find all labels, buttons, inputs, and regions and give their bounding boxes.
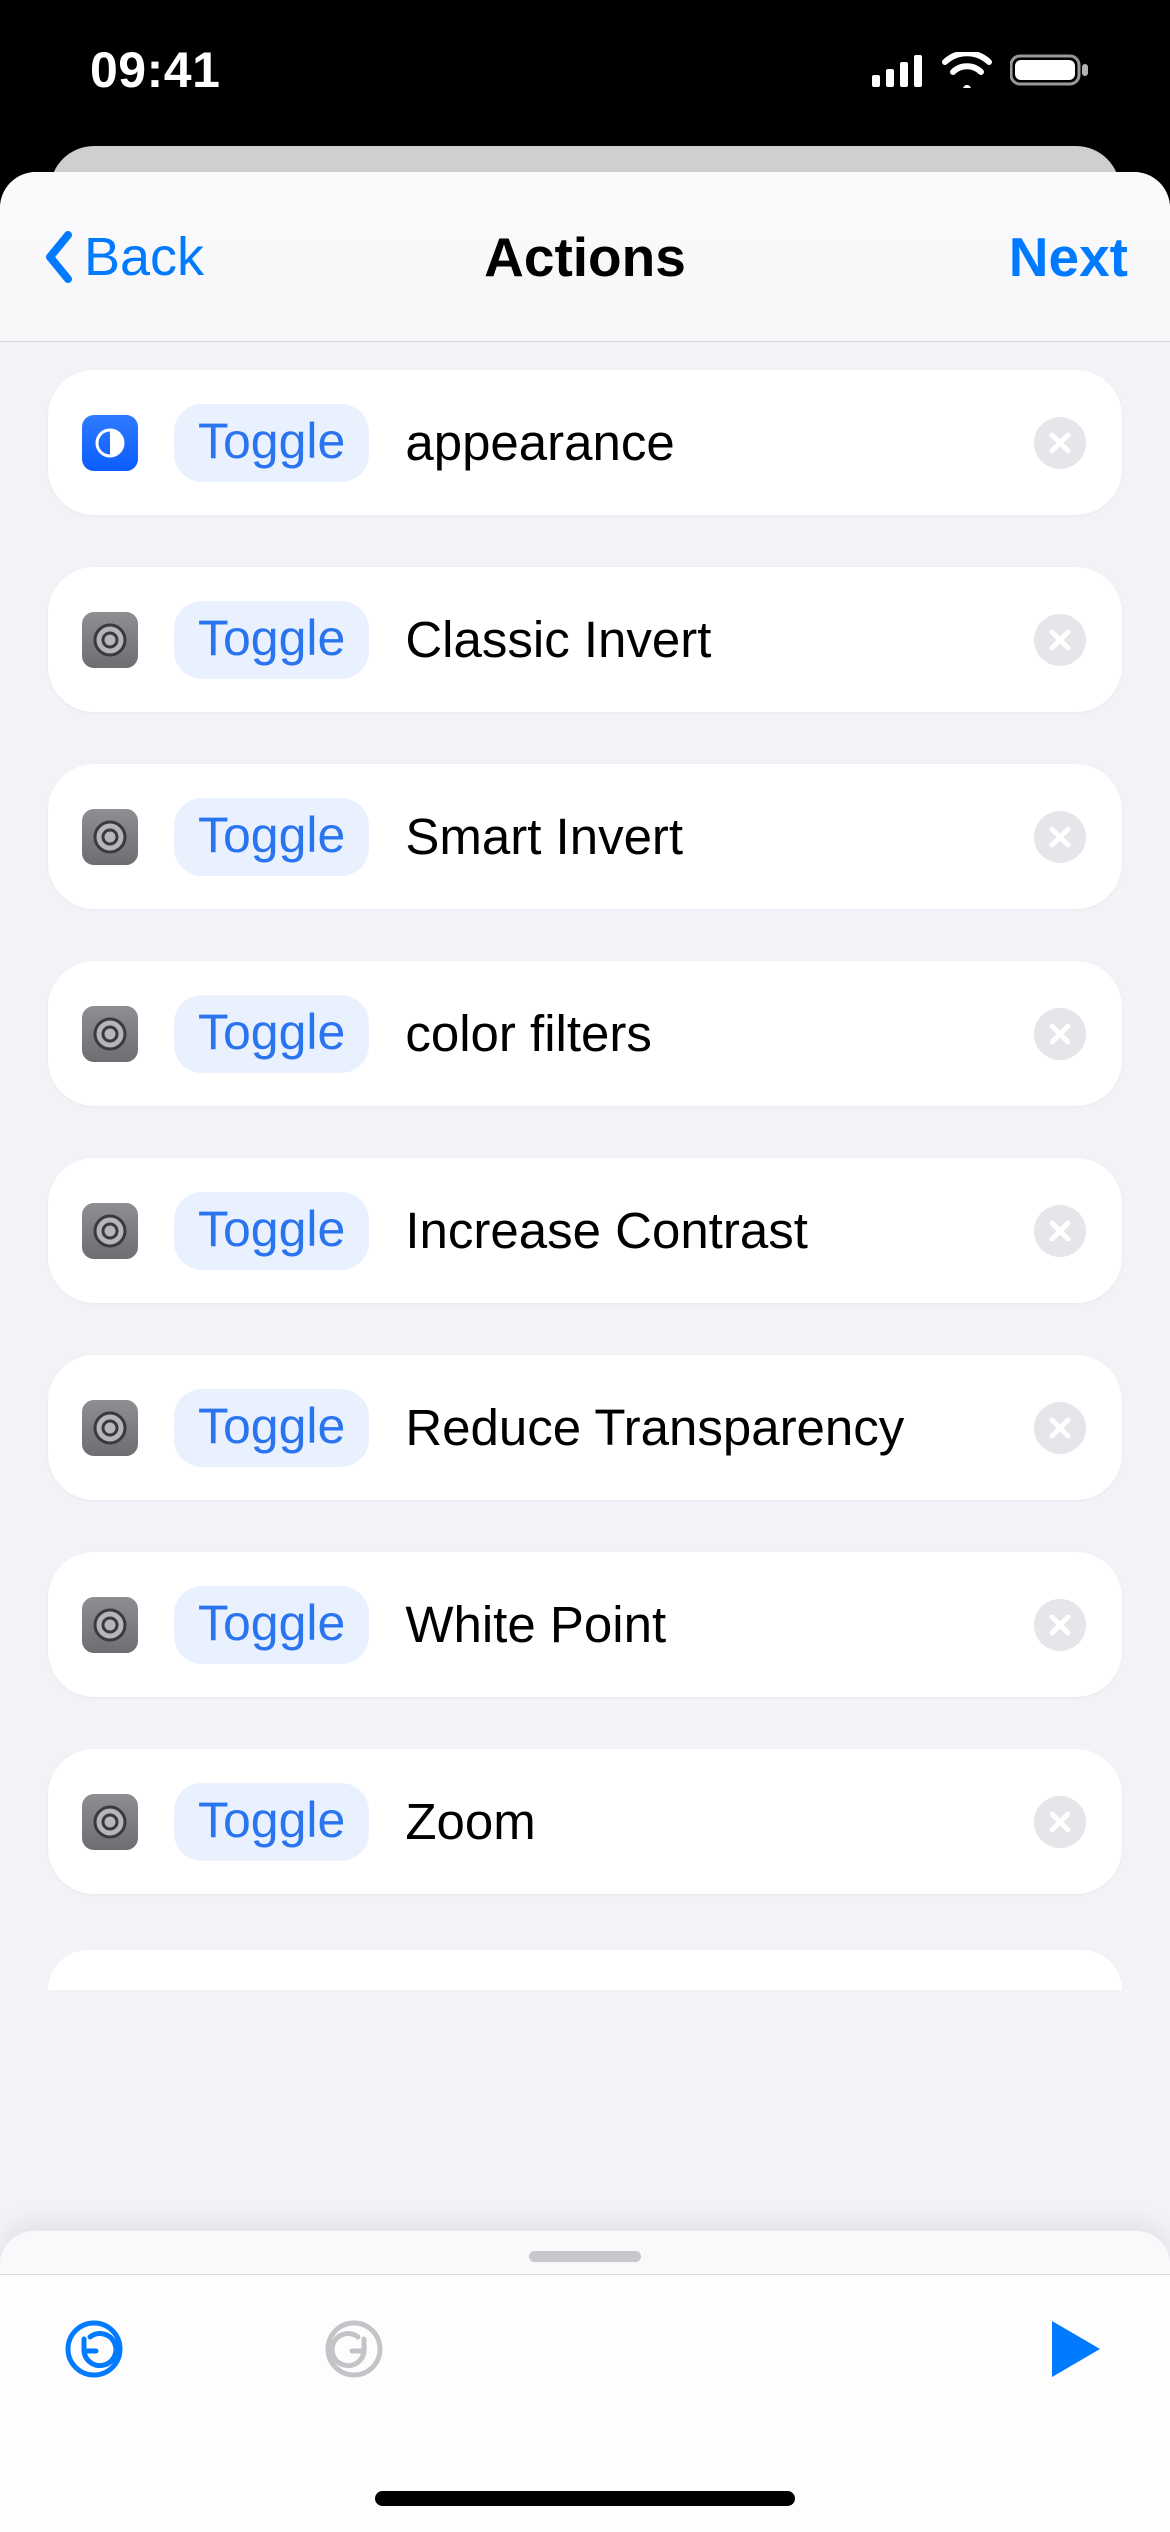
action-name: Reduce Transparency (405, 1398, 998, 1457)
action-card[interactable]: Toggle Reduce Transparency (48, 1355, 1122, 1500)
back-button[interactable]: Back (42, 226, 204, 288)
action-name: Increase Contrast (405, 1201, 998, 1260)
battery-icon (1010, 52, 1090, 88)
action-card[interactable]: Toggle color filters (48, 961, 1122, 1106)
close-icon (1048, 1219, 1072, 1243)
wifi-icon (942, 52, 992, 88)
action-name: White Point (405, 1595, 998, 1654)
toggle-chip[interactable]: Toggle (174, 404, 369, 482)
run-button[interactable] (1044, 2317, 1108, 2381)
remove-action-button[interactable] (1034, 811, 1086, 863)
toggle-chip[interactable]: Toggle (174, 1389, 369, 1467)
settings-app-icon (82, 1597, 138, 1653)
remove-action-button[interactable] (1034, 614, 1086, 666)
settings-app-icon (82, 809, 138, 865)
action-card[interactable]: Toggle Zoom (48, 1749, 1122, 1894)
remove-action-button[interactable] (1034, 1205, 1086, 1257)
toggle-chip[interactable]: Toggle (174, 601, 369, 679)
settings-app-icon (82, 1400, 138, 1456)
close-icon (1048, 1810, 1072, 1834)
remove-action-button[interactable] (1034, 417, 1086, 469)
settings-app-icon (82, 1203, 138, 1259)
status-indicators (872, 52, 1090, 88)
settings-app-icon (82, 1006, 138, 1062)
action-name: Smart Invert (405, 807, 998, 866)
play-icon (1046, 2317, 1106, 2381)
modal-sheet: Back Actions Next Toggle appearance (0, 172, 1170, 2532)
action-card[interactable]: Toggle Increase Contrast (48, 1158, 1122, 1303)
close-icon (1048, 825, 1072, 849)
back-label: Back (84, 226, 204, 288)
nav-bar: Back Actions Next (0, 172, 1170, 342)
remove-action-button[interactable] (1034, 1599, 1086, 1651)
settings-app-icon (82, 612, 138, 668)
redo-button[interactable] (322, 2317, 386, 2381)
chevron-left-icon (42, 229, 76, 285)
drawer-grabber[interactable] (529, 2251, 641, 2262)
remove-action-button[interactable] (1034, 1796, 1086, 1848)
next-button[interactable]: Next (1009, 225, 1128, 289)
toggle-chip[interactable]: Toggle (174, 1586, 369, 1664)
remove-action-button[interactable] (1034, 1008, 1086, 1060)
remove-action-button[interactable] (1034, 1402, 1086, 1454)
settings-app-icon (82, 1794, 138, 1850)
toggle-chip[interactable]: Toggle (174, 995, 369, 1073)
close-icon (1048, 1022, 1072, 1046)
close-icon (1048, 1416, 1072, 1440)
redo-icon (322, 2317, 386, 2381)
action-card[interactable]: Toggle White Point (48, 1552, 1122, 1697)
close-icon (1048, 431, 1072, 455)
toggle-chip[interactable]: Toggle (174, 1192, 369, 1270)
action-card-next[interactable] (48, 1950, 1122, 1990)
action-name: Zoom (405, 1792, 998, 1851)
toggle-chip[interactable]: Toggle (174, 798, 369, 876)
undo-icon (62, 2317, 126, 2381)
undo-button[interactable] (62, 2317, 126, 2381)
action-card[interactable]: Toggle appearance (48, 370, 1122, 515)
toggle-chip[interactable]: Toggle (174, 1783, 369, 1861)
action-name: appearance (405, 413, 998, 472)
home-indicator[interactable] (375, 2491, 795, 2506)
status-bar: 09:41 (0, 0, 1170, 140)
action-name: color filters (405, 1004, 998, 1063)
cellular-icon (872, 53, 924, 87)
status-time: 09:41 (90, 41, 220, 99)
close-icon (1048, 1613, 1072, 1637)
close-icon (1048, 628, 1072, 652)
actions-list[interactable]: Toggle appearance Toggle Classic Invert (0, 342, 1170, 2532)
display-settings-icon (82, 415, 138, 471)
action-name: Classic Invert (405, 610, 998, 669)
action-card[interactable]: Toggle Classic Invert (48, 567, 1122, 712)
action-card[interactable]: Toggle Smart Invert (48, 764, 1122, 909)
